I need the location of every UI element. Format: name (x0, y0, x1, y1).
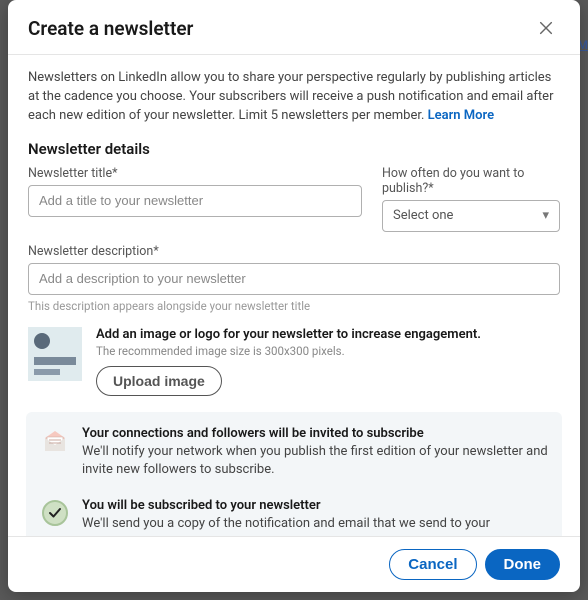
check-circle-icon (40, 498, 70, 528)
upload-image-button[interactable]: Upload image (96, 366, 222, 396)
done-button[interactable]: Done (485, 549, 561, 580)
frequency-select[interactable]: Select one ▾ (382, 200, 560, 232)
description-label: Newsletter description* (28, 244, 560, 259)
image-subtext: The recommended image size is 300x300 pi… (96, 344, 560, 358)
frequency-value: Select one (393, 208, 453, 223)
newsletter-description-input[interactable] (28, 263, 560, 295)
modal-header: Create a newsletter (8, 0, 580, 55)
image-upload-row: Add an image or logo for your newsletter… (28, 327, 560, 396)
info-item-invite: Your connections and followers will be i… (40, 426, 548, 481)
info-title: Your connections and followers will be i… (82, 426, 548, 441)
learn-more-link[interactable]: Learn More (428, 108, 494, 123)
details-heading: Newsletter details (28, 140, 560, 158)
intro-text: Newsletters on LinkedIn allow you to sha… (28, 69, 560, 126)
modal-footer: Cancel Done (8, 536, 580, 592)
description-hint: This description appears alongside your … (28, 299, 560, 313)
info-body: We'll send you a copy of the notificatio… (82, 515, 548, 536)
close-button[interactable] (532, 14, 560, 42)
info-title: You will be subscribed to your newslette… (82, 498, 548, 513)
envelope-icon (40, 426, 70, 456)
close-icon (538, 19, 554, 37)
info-block: Your connections and followers will be i… (26, 412, 562, 536)
image-heading: Add an image or logo for your newsletter… (96, 327, 560, 342)
info-body: We'll notify your network when you publi… (82, 443, 548, 481)
modal-body: Newsletters on LinkedIn allow you to sha… (8, 55, 580, 536)
modal-title: Create a newsletter (28, 17, 193, 40)
image-placeholder-icon (28, 327, 82, 381)
create-newsletter-modal: Create a newsletter Newsletters on Linke… (8, 0, 580, 592)
title-frequency-row: Newsletter title* How often do you want … (28, 166, 560, 232)
info-item-subscribed: You will be subscribed to your newslette… (40, 498, 548, 536)
frequency-label: How often do you want to publish?* (382, 166, 560, 196)
title-label: Newsletter title* (28, 166, 362, 181)
newsletter-title-input[interactable] (28, 185, 362, 217)
chevron-down-icon: ▾ (542, 208, 549, 223)
cancel-button[interactable]: Cancel (389, 549, 476, 580)
